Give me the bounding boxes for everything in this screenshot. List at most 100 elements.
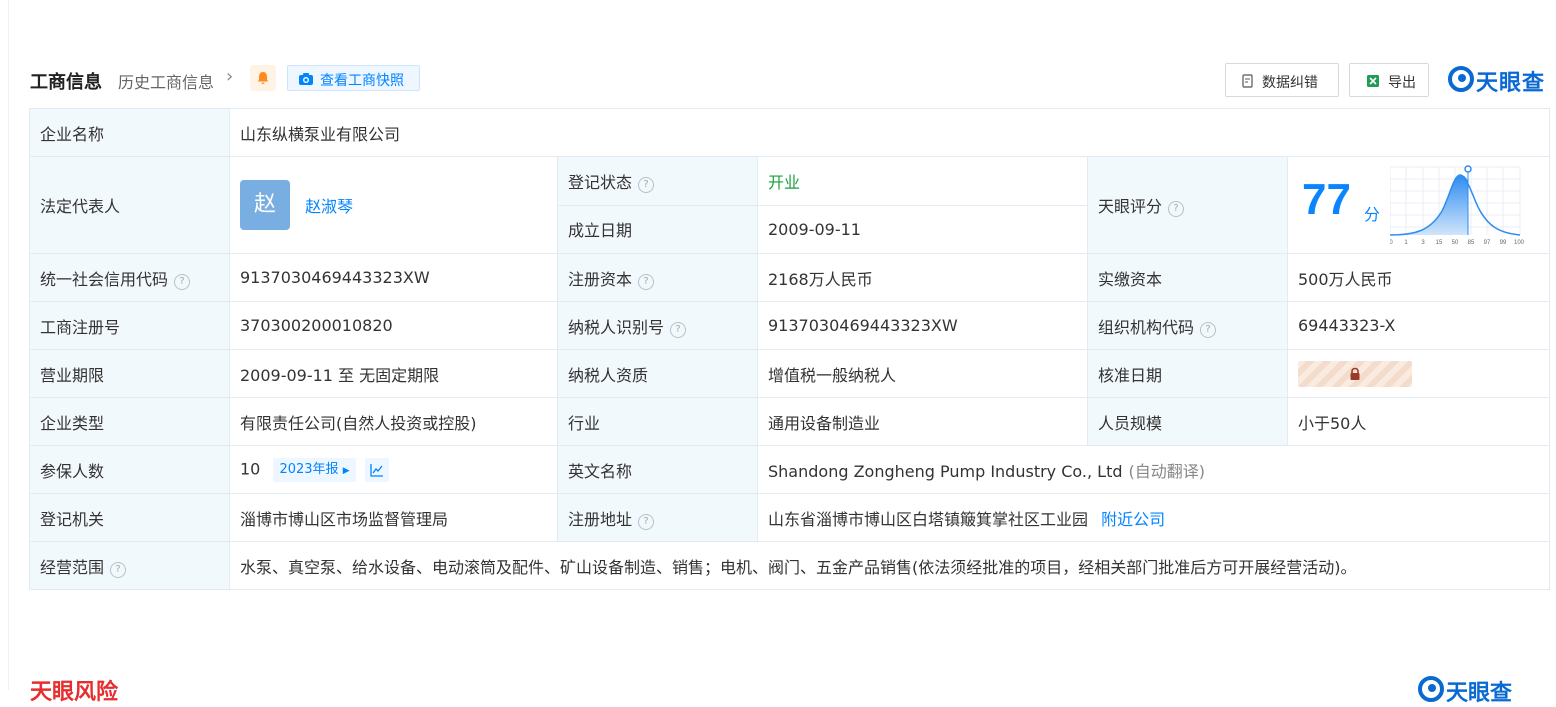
scope-label: 经营范围: [40, 557, 105, 577]
approval-date-label: 核准日期: [1087, 349, 1288, 398]
page-left-border: [8, 0, 9, 690]
data-correction-label: 数据纠错: [1262, 75, 1318, 91]
axis-tick: 15: [1436, 240, 1443, 246]
brand-name: 天眼查: [1446, 681, 1513, 706]
help-icon[interactable]: ?: [670, 321, 687, 338]
table-row: 参保人数 10 2023年报 ▶ 英文名称 Shandong Zongheng …: [29, 445, 1550, 494]
help-icon[interactable]: ?: [1200, 321, 1217, 338]
credit-code-label: 统一社会信用代码: [40, 269, 169, 289]
score-value: 77: [1302, 175, 1351, 224]
brand-logo-footer: 天眼查: [1418, 676, 1512, 706]
address-label-cell: 注册地址?: [557, 493, 758, 542]
reg-capital-label-cell: 注册资本?: [557, 253, 758, 302]
table-row: 登记机关 淄博市博山区市场监督管理局 注册地址? 山东省淄博市博山区白塔镇簸箕掌…: [29, 493, 1550, 542]
trend-chart-button[interactable]: [364, 457, 389, 482]
org-code-label: 组织机构代码: [1098, 317, 1195, 337]
nearby-companies-link[interactable]: 附近公司: [1101, 510, 1165, 529]
score-unit: 分: [1364, 205, 1381, 224]
paid-capital: 500万人民币: [1287, 253, 1550, 302]
axis-tick: 100: [1514, 240, 1525, 246]
industry-label: 行业: [557, 397, 758, 446]
insured-label: 参保人数: [29, 445, 230, 494]
bell-icon[interactable]: [250, 65, 276, 91]
avatar[interactable]: 赵: [240, 180, 290, 230]
authority-label: 登记机关: [29, 493, 230, 542]
help-icon[interactable]: ?: [638, 176, 655, 193]
excel-icon: [1367, 75, 1379, 87]
section-title: 工商信息: [30, 72, 102, 93]
annual-report-label: 2023年报: [279, 461, 339, 477]
insured-count: 10: [240, 459, 261, 478]
taxpayer-id-label: 纳税人识别号: [568, 317, 665, 337]
status-cell: 开业: [757, 156, 1088, 206]
staff-size: 小于50人: [1287, 397, 1550, 446]
brand-name: 天眼查: [1476, 71, 1546, 96]
status-label-cell: 登记状态?: [557, 156, 758, 206]
business-scope: 水泵、真空泵、给水设备、电动滚筒及配件、矿山设备制造、销售；电机、阀门、五金产品…: [229, 541, 1550, 590]
tianyancha-logo-icon: [1448, 66, 1474, 92]
axis-tick: 97: [1484, 240, 1491, 246]
org-code: 69443323-X: [1287, 301, 1550, 350]
legal-rep-link[interactable]: 赵淑琴: [305, 193, 353, 217]
help-icon[interactable]: ?: [1168, 201, 1185, 217]
brand-logo: 天眼查: [1448, 66, 1544, 96]
org-code-label-cell: 组织机构代码?: [1087, 301, 1288, 350]
scope-label-cell: 经营范围?: [29, 541, 230, 590]
company-name-label: 企业名称: [29, 108, 230, 157]
help-icon[interactable]: ?: [174, 273, 191, 290]
tax-qual-label: 纳税人资质: [557, 349, 758, 398]
status-label: 登记状态: [568, 172, 633, 192]
legal-rep-cell: 赵 赵淑琴: [229, 156, 558, 254]
line-chart-icon: [370, 463, 383, 477]
auto-translate-note: (自动翻译): [1128, 461, 1206, 481]
english-name: Shandong Zongheng Pump Industry Co., Ltd: [768, 461, 1123, 481]
table-row: 统一社会信用代码? 9137030469443323XW 注册资本? 2168万…: [29, 253, 1550, 302]
staff-label: 人员规模: [1087, 397, 1288, 446]
credit-code-label-cell: 统一社会信用代码?: [29, 253, 230, 302]
help-icon[interactable]: ?: [638, 513, 655, 530]
annual-report-button[interactable]: 2023年报 ▶: [273, 457, 356, 482]
axis-tick: 50: [1452, 240, 1459, 246]
legal-rep-label: 法定代表人: [29, 156, 230, 254]
type-label: 企业类型: [29, 397, 230, 446]
table-row: 经营范围? 水泵、真空泵、给水设备、电动滚筒及配件、矿山设备制造、销售；电机、阀…: [29, 541, 1550, 590]
registration-authority: 淄博市博山区市场监督管理局: [229, 493, 558, 542]
taxpayer-id-label-cell: 纳税人识别号?: [557, 301, 758, 350]
chevron-right-icon[interactable]: ›: [226, 66, 233, 87]
status-badge: 开业: [768, 172, 801, 192]
play-icon: ▶: [342, 465, 350, 476]
table-row: 企业类型 有限责任公司(自然人投资或控股) 行业 通用设备制造业 人员规模 小于…: [29, 397, 1550, 446]
help-icon[interactable]: ?: [110, 561, 127, 578]
registered-address: 山东省淄博市博山区白塔镇簸箕掌社区工业园: [768, 509, 1089, 529]
tax-qualification: 增值税一般纳税人: [757, 349, 1088, 398]
history-info-link[interactable]: 历史工商信息: [118, 69, 214, 93]
export-label: 导出: [1388, 75, 1416, 91]
data-correction-button[interactable]: 数据纠错: [1225, 63, 1339, 97]
section-header: 工商信息 历史工商信息 › 查看工商快照 数据纠错 导出 天眼查: [30, 62, 1550, 98]
lock-icon: [1350, 367, 1360, 380]
approval-date-cell: [1287, 349, 1550, 398]
reg-no-label: 工商注册号: [29, 301, 230, 350]
english-name-label: 英文名称: [557, 445, 758, 494]
paid-capital-label: 实缴资本: [1087, 253, 1288, 302]
axis-tick: 3: [1421, 240, 1425, 246]
snapshot-button[interactable]: 查看工商快照: [287, 65, 420, 91]
table-row: 营业期限 2009-09-11 至 无固定期限 纳税人资质 增值税一般纳税人 核…: [29, 349, 1550, 398]
score-label-cell: 天眼评分?: [1087, 156, 1288, 254]
company-type: 有限责任公司(自然人投资或控股): [229, 397, 558, 446]
score-cell[interactable]: 77 分 0 1 3 15: [1287, 156, 1550, 254]
help-icon[interactable]: ?: [638, 273, 655, 290]
table-row: 工商注册号 370300200010820 纳税人识别号? 9137030469…: [29, 301, 1550, 350]
term-label: 营业期限: [29, 349, 230, 398]
founded-date: 2009-09-11: [757, 204, 1088, 254]
locked-content[interactable]: [1298, 360, 1412, 387]
reg-no: 370300200010820: [229, 301, 558, 350]
table-row: 法定代表人 赵 赵淑琴 登记状态? 开业 天眼评分? 77 分 1 3 15 5…: [29, 156, 1550, 254]
reg-capital-label: 注册资本: [568, 269, 633, 289]
axis-tick: 0: [1390, 240, 1393, 246]
export-button[interactable]: 导出: [1349, 63, 1429, 97]
score-distribution-chart: 0 1 3 15 50 85 97 99 100: [1390, 165, 1525, 246]
table-row: 企业名称 山东纵横泵业有限公司: [29, 108, 1550, 157]
english-name-cell: Shandong Zongheng Pump Industry Co., Ltd…: [757, 445, 1550, 494]
taxpayer-id: 9137030469443323XW: [757, 301, 1088, 350]
